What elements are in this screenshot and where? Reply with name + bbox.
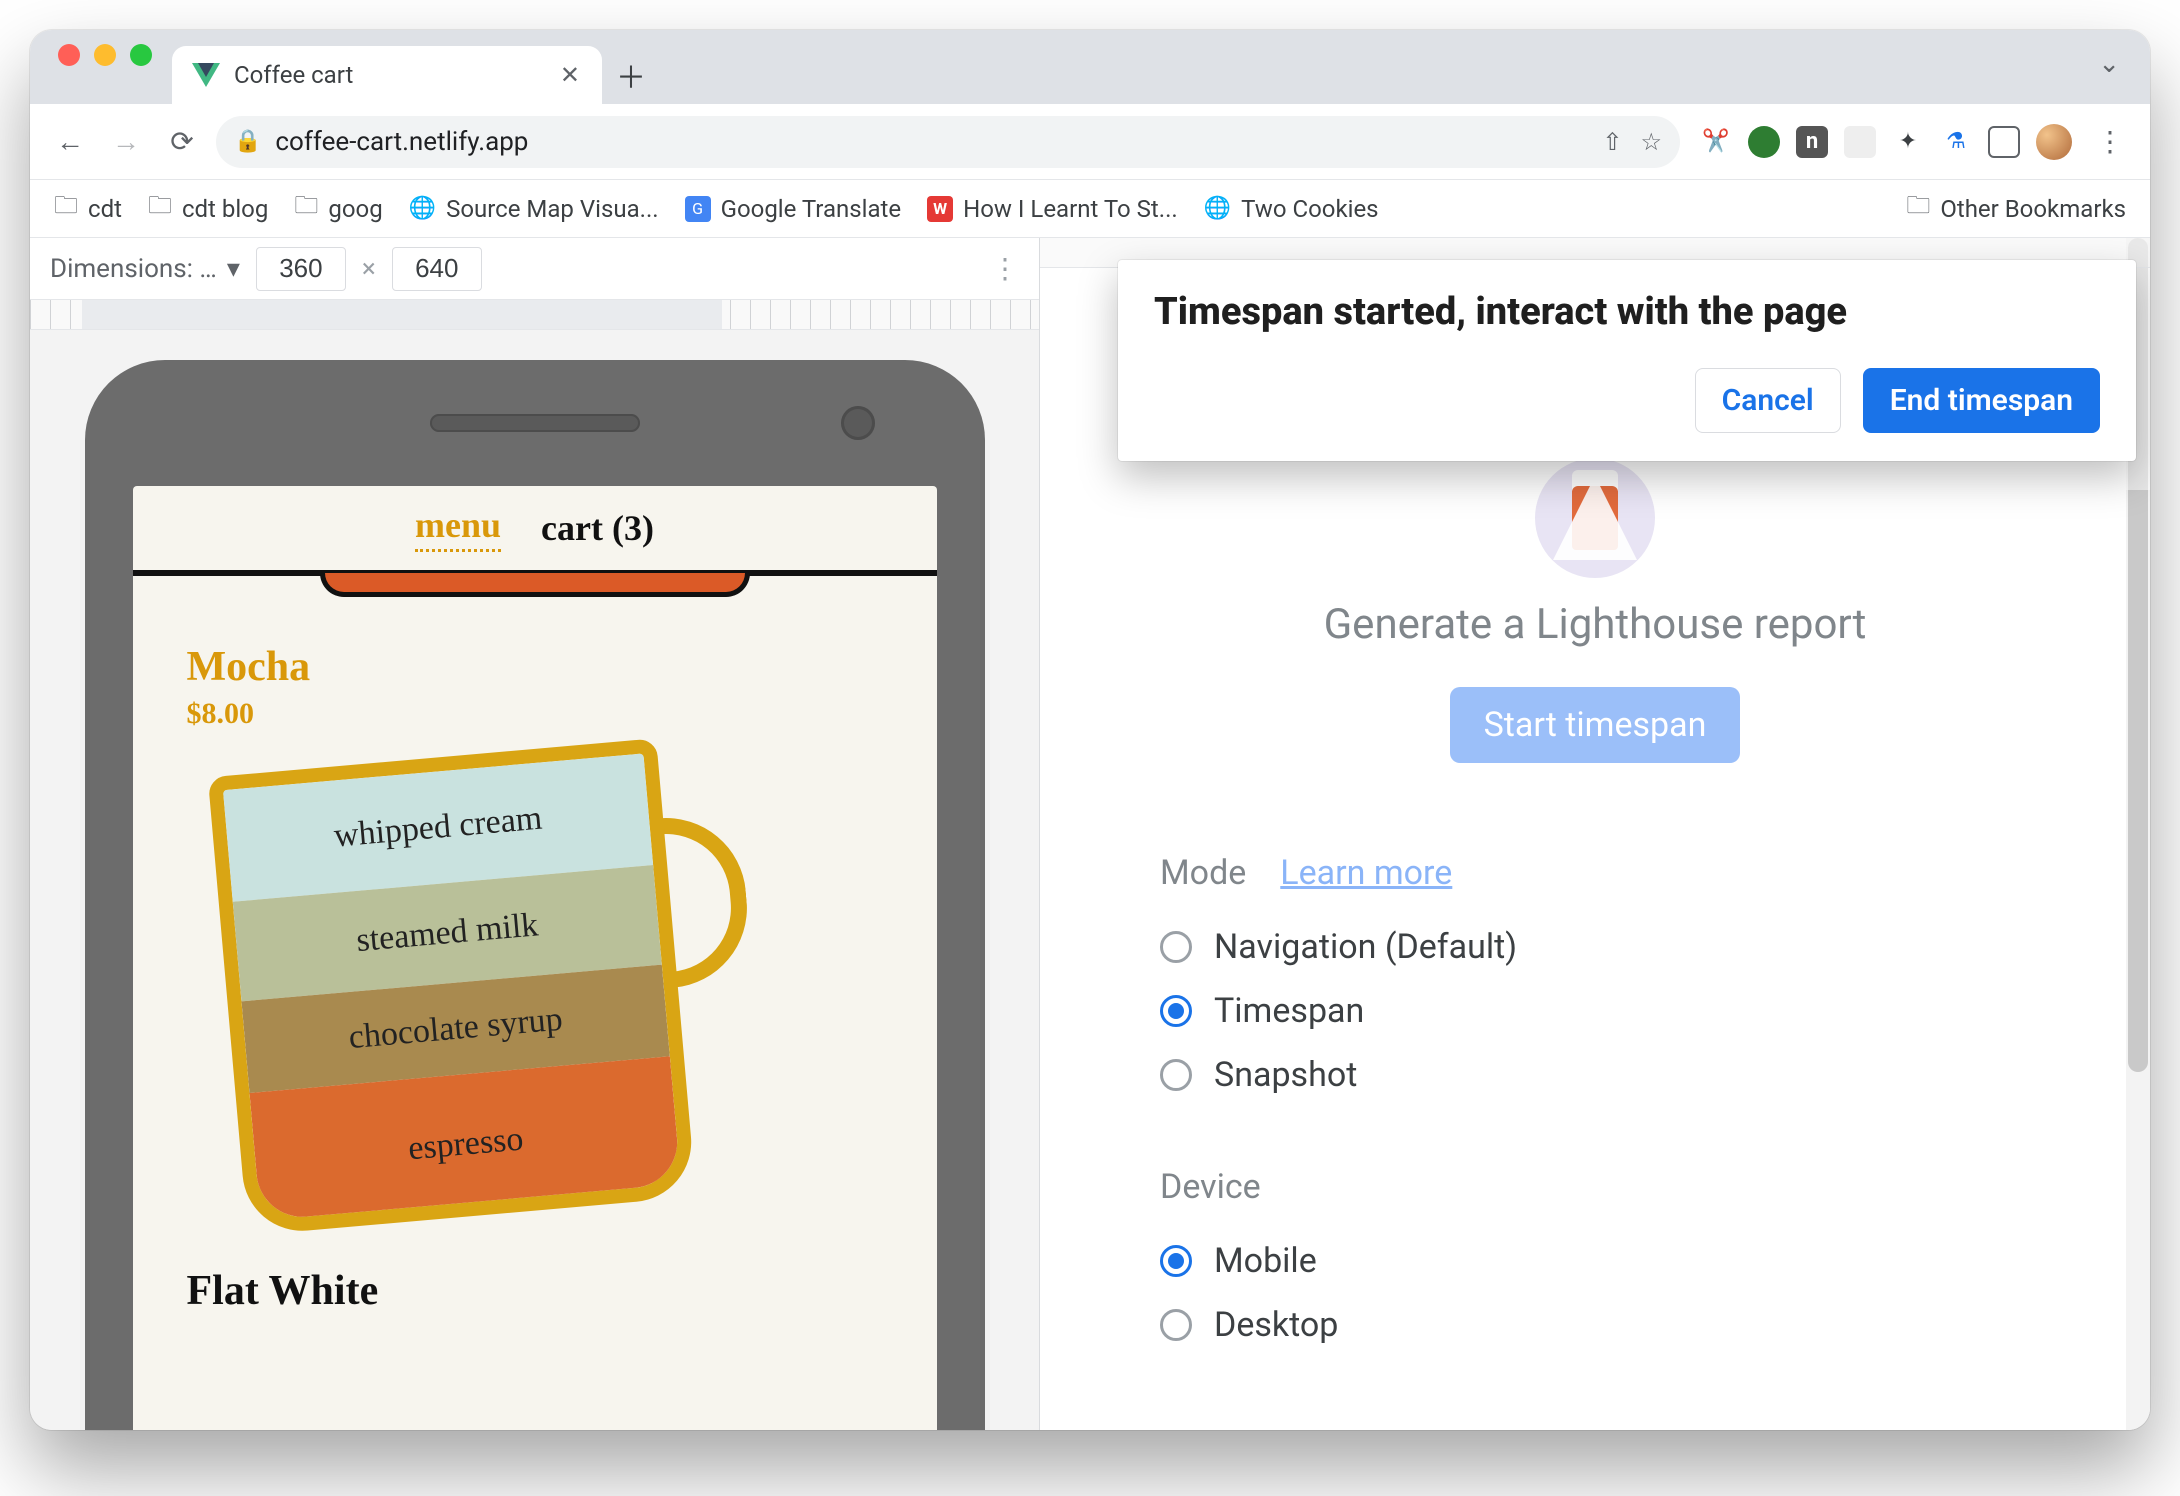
reload-button[interactable]: ⟳ <box>160 120 204 164</box>
radio-icon <box>1160 1059 1192 1091</box>
device-label: Device <box>1160 1167 1261 1207</box>
camera-icon <box>841 406 875 440</box>
end-timespan-button[interactable]: End timespan <box>1863 368 2100 433</box>
bookmark-cdt[interactable]: 🗀cdt <box>54 188 122 229</box>
device-frame: menu cart (3) Mocha $8.00 <box>85 360 985 1430</box>
folder-icon: 🗀 <box>1906 188 1930 229</box>
back-button[interactable]: ← <box>48 120 92 164</box>
share-icon[interactable]: ⇧ <box>1602 128 1622 156</box>
lock-icon: 🔒 <box>234 129 261 154</box>
w-icon: W <box>927 196 953 222</box>
tab-coffee-cart[interactable]: Coffee cart ✕ <box>172 46 602 104</box>
folder-icon: 🗀 <box>294 188 318 229</box>
nav-cart[interactable]: cart (3) <box>541 507 654 549</box>
timespan-modal: Timespan started, interact with the page… <box>1118 260 2136 461</box>
new-tab-button[interactable]: ＋ <box>602 46 660 104</box>
device-option-desktop[interactable]: Desktop <box>1160 1293 2030 1357</box>
width-input[interactable] <box>256 247 346 291</box>
dimensions-dropdown[interactable]: Dimensions: … ▾ <box>50 254 240 284</box>
n-extension-icon[interactable]: n <box>1796 126 1828 158</box>
globe-icon: 🌐 <box>409 196 436 221</box>
star-icon[interactable]: ☆ <box>1640 128 1662 156</box>
green-extension-icon[interactable] <box>1748 126 1780 158</box>
titlebar: Coffee cart ✕ ＋ ⌄ <box>30 30 2150 104</box>
folder-icon: 🗀 <box>54 188 78 229</box>
bookmark-source-map[interactable]: 🌐Source Map Visua... <box>409 195 659 223</box>
maximize-window-button[interactable] <box>130 44 152 66</box>
device-section: Device Mobile Desktop <box>1040 1167 2150 1357</box>
other-bookmarks[interactable]: 🗀Other Bookmarks <box>1906 188 2126 229</box>
device-toolbar-menu-icon[interactable]: ⋮ <box>991 252 1019 285</box>
bookmark-google-translate[interactable]: GGoogle Translate <box>685 195 902 223</box>
lighthouse-heading: Generate a Lighthouse report <box>1040 600 2150 649</box>
radio-icon <box>1160 1309 1192 1341</box>
device-toolbar: Dimensions: … ▾ × ⋮ <box>30 238 1039 300</box>
radio-checked-icon <box>1160 1245 1192 1277</box>
device-option-mobile[interactable]: Mobile <box>1160 1229 2030 1293</box>
mode-option-navigation[interactable]: Navigation (Default) <box>1160 915 2030 979</box>
tabs-dropdown-icon[interactable]: ⌄ <box>2098 49 2120 85</box>
modal-title: Timespan started, interact with the page <box>1154 290 2100 334</box>
height-input[interactable] <box>392 247 482 291</box>
radio-checked-icon <box>1160 995 1192 1027</box>
globe-icon: 🌐 <box>1204 196 1231 221</box>
cup-illustration[interactable]: whipped cream steamed milk chocolate syr… <box>187 751 883 1251</box>
bookmark-how-i-learnt[interactable]: WHow I Learnt To St... <box>927 195 1178 223</box>
extensions-area: ✂️ n ✦ ⚗ ⋮ <box>1692 120 2132 164</box>
toolbar: ← → ⟳ 🔒 coffee-cart.netlify.app ⇧ ☆ ✂️ n… <box>30 104 2150 180</box>
speaker-icon <box>430 414 640 432</box>
nav-menu[interactable]: menu <box>415 504 501 552</box>
panel-icon[interactable] <box>1988 126 2020 158</box>
product-title-flat-white: Flat White <box>187 1267 883 1315</box>
window-controls <box>30 44 152 90</box>
cancel-button[interactable]: Cancel <box>1695 368 1841 433</box>
bookmark-two-cookies[interactable]: 🌐Two Cookies <box>1204 195 1379 223</box>
ruler <box>30 300 1039 330</box>
dimension-separator: × <box>362 254 376 284</box>
folder-icon: 🗀 <box>148 188 172 229</box>
device-emulator-pane: Dimensions: … ▾ × ⋮ menu <box>30 238 1040 1430</box>
forward-button[interactable]: → <box>104 120 148 164</box>
lighthouse-logo-icon <box>1535 458 1655 578</box>
bookmarks-bar: 🗀cdt 🗀cdt blog 🗀goog 🌐Source Map Visua..… <box>30 180 2150 238</box>
mode-label: Mode <box>1160 853 1246 893</box>
mode-option-timespan[interactable]: Timespan <box>1160 979 2030 1043</box>
url-text: coffee-cart.netlify.app <box>275 127 528 157</box>
tab-title: Coffee cart <box>234 61 353 89</box>
app-nav: menu cart (3) <box>133 486 937 576</box>
product-mocha: Mocha $8.00 whipped cream steamed milk c <box>133 597 937 1315</box>
emulated-screen[interactable]: menu cart (3) Mocha $8.00 <box>133 486 937 1430</box>
kebab-menu-icon[interactable]: ⋮ <box>2088 120 2132 164</box>
chevron-down-icon: ▾ <box>227 254 240 284</box>
address-bar[interactable]: 🔒 coffee-cart.netlify.app ⇧ ☆ <box>216 116 1680 168</box>
learn-more-link[interactable]: Learn more <box>1280 853 1452 893</box>
tab-strip: Coffee cart ✕ ＋ <box>172 30 660 104</box>
content-area: Dimensions: … ▾ × ⋮ menu <box>30 238 2150 1430</box>
bookmark-goog[interactable]: 🗀goog <box>294 188 382 229</box>
nav-indicator <box>320 573 750 597</box>
close-window-button[interactable] <box>58 44 80 66</box>
product-title: Mocha <box>187 643 883 691</box>
puzzle-extensions-icon[interactable]: ✦ <box>1892 126 1924 158</box>
profile-avatar[interactable] <box>2036 124 2072 160</box>
product-price: $8.00 <box>187 697 883 731</box>
devtools-pane: Generate a Lighthouse report Start times… <box>1040 238 2150 1430</box>
vue-favicon-icon <box>192 61 220 89</box>
scissors-extension-icon[interactable]: ✂️ <box>1700 126 1732 158</box>
grid-extension-icon[interactable] <box>1844 126 1876 158</box>
minimize-window-button[interactable] <box>94 44 116 66</box>
translate-icon: G <box>685 196 711 222</box>
radio-icon <box>1160 931 1192 963</box>
tab-close-icon[interactable]: ✕ <box>560 61 580 89</box>
bookmark-cdt-blog[interactable]: 🗀cdt blog <box>148 188 268 229</box>
browser-window: Coffee cart ✕ ＋ ⌄ ← → ⟳ 🔒 coffee-cart.ne… <box>30 30 2150 1430</box>
mode-section: Mode Learn more Navigation (Default) Tim… <box>1040 853 2150 1107</box>
start-timespan-button[interactable]: Start timespan <box>1450 687 1741 763</box>
mode-option-snapshot[interactable]: Snapshot <box>1160 1043 2030 1107</box>
labs-icon[interactable]: ⚗ <box>1940 126 1972 158</box>
